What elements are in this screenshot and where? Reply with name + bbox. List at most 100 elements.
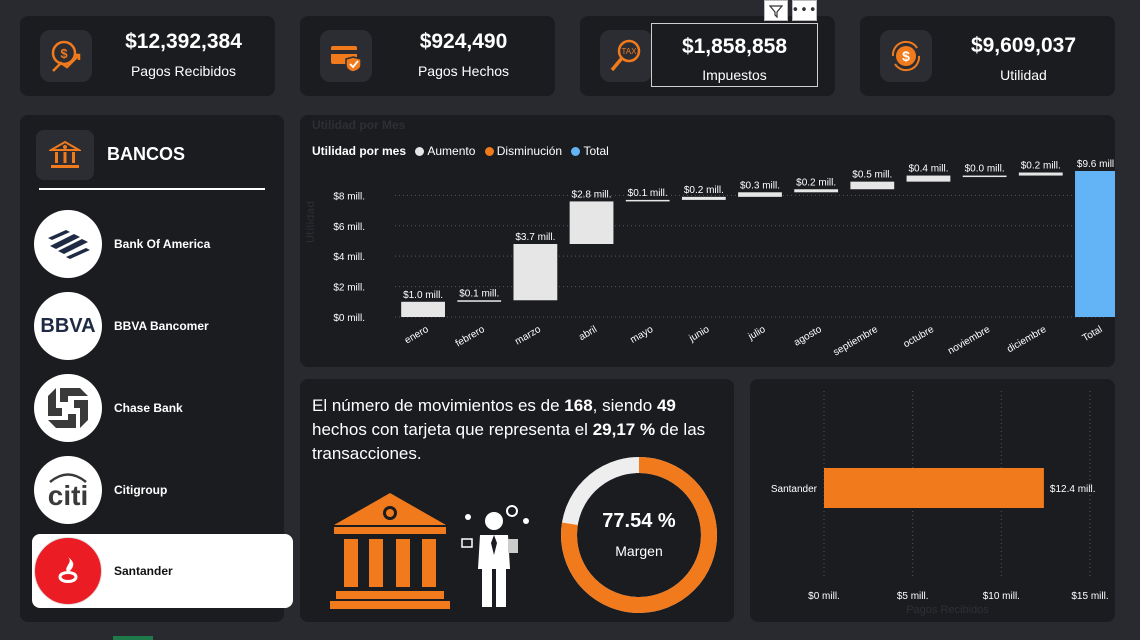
x-tick-label: noviembre bbox=[946, 324, 992, 357]
x-tick-label: diciembre bbox=[1005, 324, 1048, 355]
waterfall-chart: $0 mill. $2 mill. $4 mill. $6 mill. $8 mill.… bbox=[333, 159, 1115, 358]
x-tick-label: $15 mill. bbox=[1071, 591, 1108, 602]
data-label: $0.2 mill. bbox=[1021, 161, 1061, 172]
waterfall-bar bbox=[401, 301, 445, 317]
x-tick-label: enero bbox=[403, 324, 431, 347]
data-label: $0.5 mill. bbox=[852, 170, 892, 181]
more-options-button[interactable]: ••• bbox=[792, 0, 817, 21]
y-tick-label: $0 mill. bbox=[333, 313, 365, 324]
data-label: $0.0 mill. bbox=[965, 164, 1005, 175]
kpi-value: $9,609,037 bbox=[970, 34, 1077, 57]
y-tick-label: $8 mill. bbox=[333, 191, 365, 202]
kpi-label: Pagos Hechos bbox=[417, 63, 510, 79]
bank-of-america-logo bbox=[34, 210, 102, 278]
banks-panel: BANCOS Bank Of America BBVA BBVA Bancome… bbox=[20, 115, 293, 622]
dollar-coin-icon: $ bbox=[880, 30, 932, 82]
bank-building-illustration bbox=[330, 493, 450, 609]
bank-item-citigroup[interactable]: citi Citigroup bbox=[32, 453, 293, 527]
data-label: $0.2 mill. bbox=[796, 177, 836, 188]
card-shield-icon bbox=[320, 30, 372, 82]
filter-icon bbox=[769, 4, 783, 18]
category-label: Santander bbox=[771, 484, 818, 495]
kpi-label: Impuestos bbox=[702, 67, 767, 83]
waterfall-chart-card: Utilidad por Mes Utilidad por mes Aument… bbox=[300, 115, 1115, 367]
title-divider bbox=[39, 188, 265, 190]
banks-title: BANCOS bbox=[107, 144, 186, 164]
filter-button[interactable] bbox=[764, 0, 788, 21]
waterfall-bar bbox=[513, 244, 558, 301]
citi-logo: citi bbox=[34, 456, 102, 524]
x-tick-label: agosto bbox=[792, 324, 824, 349]
x-tick-label: abril bbox=[577, 324, 599, 343]
waterfall-bar bbox=[681, 196, 726, 200]
svg-text:$: $ bbox=[60, 46, 68, 61]
kpi-label: Utilidad bbox=[1000, 67, 1047, 83]
kpi-card-pagos-recibidos[interactable]: $ $12,392,384 Pagos Recibidos bbox=[20, 16, 275, 96]
data-label: $0.1 mill. bbox=[459, 288, 499, 299]
bank-name: Citigroup bbox=[114, 483, 168, 497]
x-tick-label: Total bbox=[1081, 324, 1105, 344]
x-tick-label: julio bbox=[746, 324, 768, 343]
waterfall-bar bbox=[738, 192, 782, 197]
tax-search-icon: TAX bbox=[600, 30, 652, 82]
more-options-icon: ••• bbox=[791, 2, 818, 18]
y-tick-label: $6 mill. bbox=[333, 222, 365, 233]
page-tab-indicator[interactable] bbox=[113, 636, 153, 640]
donut-label: Margen bbox=[615, 543, 663, 559]
x-tick-label: $0 mill. bbox=[808, 591, 840, 602]
x-tick-label: mayo bbox=[629, 324, 656, 346]
kpi-value: $924,490 bbox=[419, 30, 508, 53]
bank-item-chase-bank[interactable]: Chase Bank bbox=[32, 371, 293, 445]
bank-item-bbva-bancomer[interactable]: BBVA BBVA Bancomer bbox=[32, 289, 293, 363]
y-tick-label: $2 mill. bbox=[333, 283, 365, 294]
data-label: $0.3 mill. bbox=[740, 180, 780, 191]
waterfall-bar bbox=[906, 175, 951, 182]
waterfall-bar bbox=[794, 189, 839, 193]
data-label: $9.6 mill. bbox=[1077, 159, 1115, 170]
data-label: $2.8 mill. bbox=[572, 189, 612, 200]
waterfall-bar bbox=[457, 300, 502, 302]
margen-donut-chart bbox=[561, 457, 717, 613]
bbva-logo: BBVA bbox=[34, 292, 102, 360]
bank-name: Santander bbox=[114, 564, 173, 578]
faded-x-label: Pagos Recibidos bbox=[906, 604, 989, 616]
money-growth-icon: $ bbox=[40, 30, 92, 82]
bar bbox=[824, 468, 1044, 508]
bank-name: BBVA Bancomer bbox=[114, 319, 209, 333]
donut-value: 77.54 % bbox=[602, 510, 676, 532]
y-tick-label: $4 mill. bbox=[333, 252, 365, 263]
x-tick-label: $5 mill. bbox=[897, 591, 929, 602]
chase-logo bbox=[34, 374, 102, 442]
kpi-card-utilidad[interactable]: $ $9,609,037 Utilidad bbox=[860, 16, 1115, 96]
pagos-recibidos-bar-chart: $0 mill. $5 mill. $10 mill. $15 mill. Santan… bbox=[771, 391, 1109, 602]
data-label: $3.7 mill. bbox=[515, 232, 555, 243]
x-tick-label: $10 mill. bbox=[983, 591, 1020, 602]
bank-name: Bank Of America bbox=[114, 237, 211, 251]
bank-item-bank-of-america[interactable]: Bank Of America bbox=[32, 207, 293, 281]
bank-building-icon bbox=[36, 130, 94, 180]
data-label: $1.0 mill. bbox=[403, 290, 443, 301]
waterfall-bar bbox=[569, 201, 614, 244]
x-tick-label: junio bbox=[687, 324, 712, 345]
kpi-value: $12,392,384 bbox=[125, 30, 242, 53]
waterfall-bar bbox=[1018, 172, 1063, 176]
kpi-card-pagos-hechos[interactable]: $924,490 Pagos Hechos bbox=[300, 16, 555, 96]
waterfall-bar bbox=[1075, 171, 1115, 317]
businessman-icon bbox=[461, 505, 529, 607]
x-tick-label: septiembre bbox=[831, 324, 880, 358]
bank-item-santander[interactable]: Santander bbox=[32, 534, 293, 608]
kpi-value: $1,858,858 bbox=[681, 35, 788, 58]
kpi-label: Pagos Recibidos bbox=[130, 63, 237, 79]
movimientos-card: El número de movimientos es de 168, sien… bbox=[300, 379, 734, 622]
waterfall-bar bbox=[625, 199, 670, 202]
x-tick-label: febrero bbox=[454, 324, 487, 350]
svg-text:$: $ bbox=[902, 48, 910, 64]
data-label: $12.4 mill. bbox=[1050, 484, 1096, 495]
data-label: $0.2 mill. bbox=[684, 185, 724, 196]
pagos-recibidos-bar-card: $0 mill. $5 mill. $10 mill. $15 mill. Santan… bbox=[750, 379, 1115, 622]
kpi-card-impuestos[interactable]: TAX $1,858,858 Impuestos bbox=[580, 16, 835, 96]
x-tick-label: marzo bbox=[513, 324, 543, 348]
bank-name: Chase Bank bbox=[114, 401, 183, 415]
svg-text:TAX: TAX bbox=[622, 47, 638, 56]
waterfall-bar bbox=[850, 181, 895, 190]
